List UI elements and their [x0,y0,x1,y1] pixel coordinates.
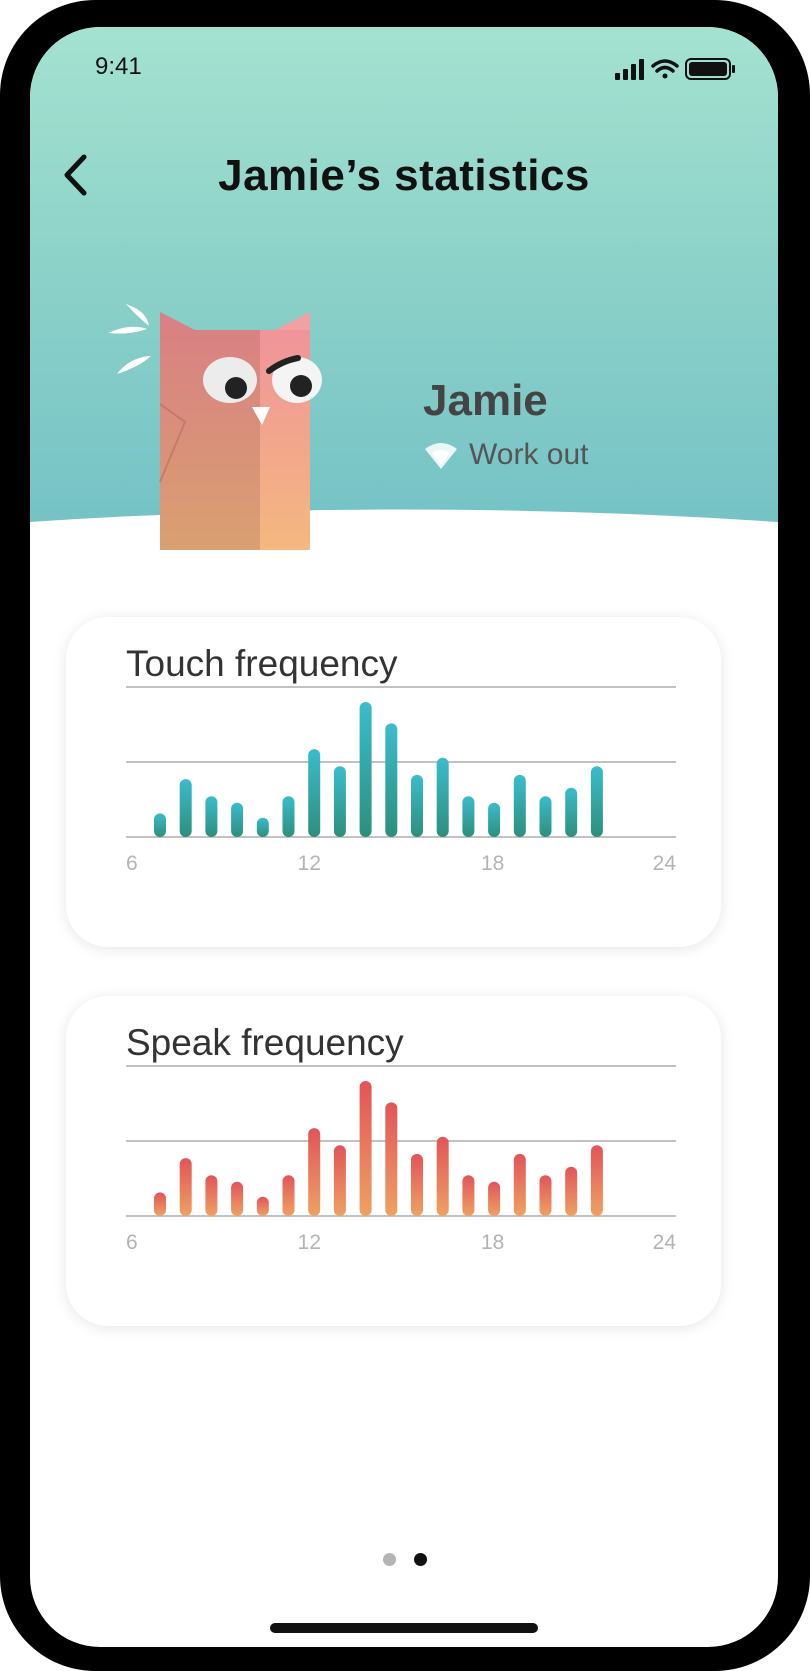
speak-bar [436,1136,449,1216]
speak-bar [488,1181,501,1216]
speak-bar [205,1175,218,1216]
touch-bar [590,766,603,837]
speak-bar [308,1128,321,1216]
touch-bar [308,749,321,837]
status-time: 9:41 [95,53,142,80]
touch-frequency-chart: 6 12 18 24 [126,686,677,875]
touch-tick-label: 12 [298,852,321,875]
touch-bar [333,766,346,837]
touch-bar [359,702,372,837]
speak-bar [462,1175,475,1216]
touch-tick-label: 18 [481,852,504,875]
wifi-status-icon [425,443,457,469]
page-dot-2[interactable] [414,1553,427,1566]
touch-frequency-card: Touch frequency 6 12 18 24 [66,617,721,947]
page-dot-1[interactable] [383,1553,396,1566]
touch-bar [411,774,423,837]
speak-bar [513,1153,526,1216]
speak-bar [385,1102,398,1216]
home-indicator[interactable] [270,1623,538,1633]
speak-frequency-card: Speak frequency 6 12 18 24 [66,996,721,1326]
speak-bar [565,1166,578,1216]
speak-bar [179,1158,192,1216]
speak-bar [411,1153,423,1216]
wifi-icon [651,59,679,79]
signal-icon [615,59,644,80]
speak-bar [359,1081,372,1216]
speak-bar [590,1145,603,1216]
touch-bar [539,796,552,837]
touch-tick-label: 6 [126,852,138,875]
speak-bar [333,1145,346,1216]
page-title: Jamie’s statistics [218,151,590,200]
touch-bar [488,802,501,837]
speak-bar [282,1175,295,1216]
page-indicator [383,1553,427,1566]
touch-tick-label: 24 [653,852,677,875]
speak-tick-label: 12 [298,1231,321,1254]
owl-avatar [108,304,322,550]
touch-bar [231,802,244,837]
touch-bar [282,796,295,837]
touch-bar [565,787,578,837]
speak-bar [256,1196,269,1216]
sweat-drops-icon [108,304,151,374]
speak-bar [539,1175,552,1216]
speak-bar [154,1192,166,1216]
pet-status-label: Work out [469,438,589,471]
touch-bar [205,796,218,837]
status-icons [615,58,735,80]
phone-frame: 9:41 Jamie’s statistics Jamie Work out T… [0,0,810,1671]
speak-frequency-chart: 6 12 18 24 [126,1065,677,1254]
pet-status: Work out [423,435,589,475]
touch-bar [436,757,449,837]
battery-icon [685,58,735,80]
speak-tick-label: 6 [126,1231,138,1254]
speak-tick-label: 24 [653,1231,677,1254]
speak-bar [231,1181,244,1216]
touch-bar [154,813,166,837]
touch-bar [462,796,475,837]
touch-bar [179,779,192,837]
speak-tick-label: 18 [481,1231,504,1254]
touch-bar [513,774,526,837]
touch-bar [256,817,269,837]
screen: 9:41 Jamie’s statistics Jamie Work out T… [30,27,778,1647]
touch-bar [385,723,398,837]
pet-name: Jamie [423,376,548,425]
